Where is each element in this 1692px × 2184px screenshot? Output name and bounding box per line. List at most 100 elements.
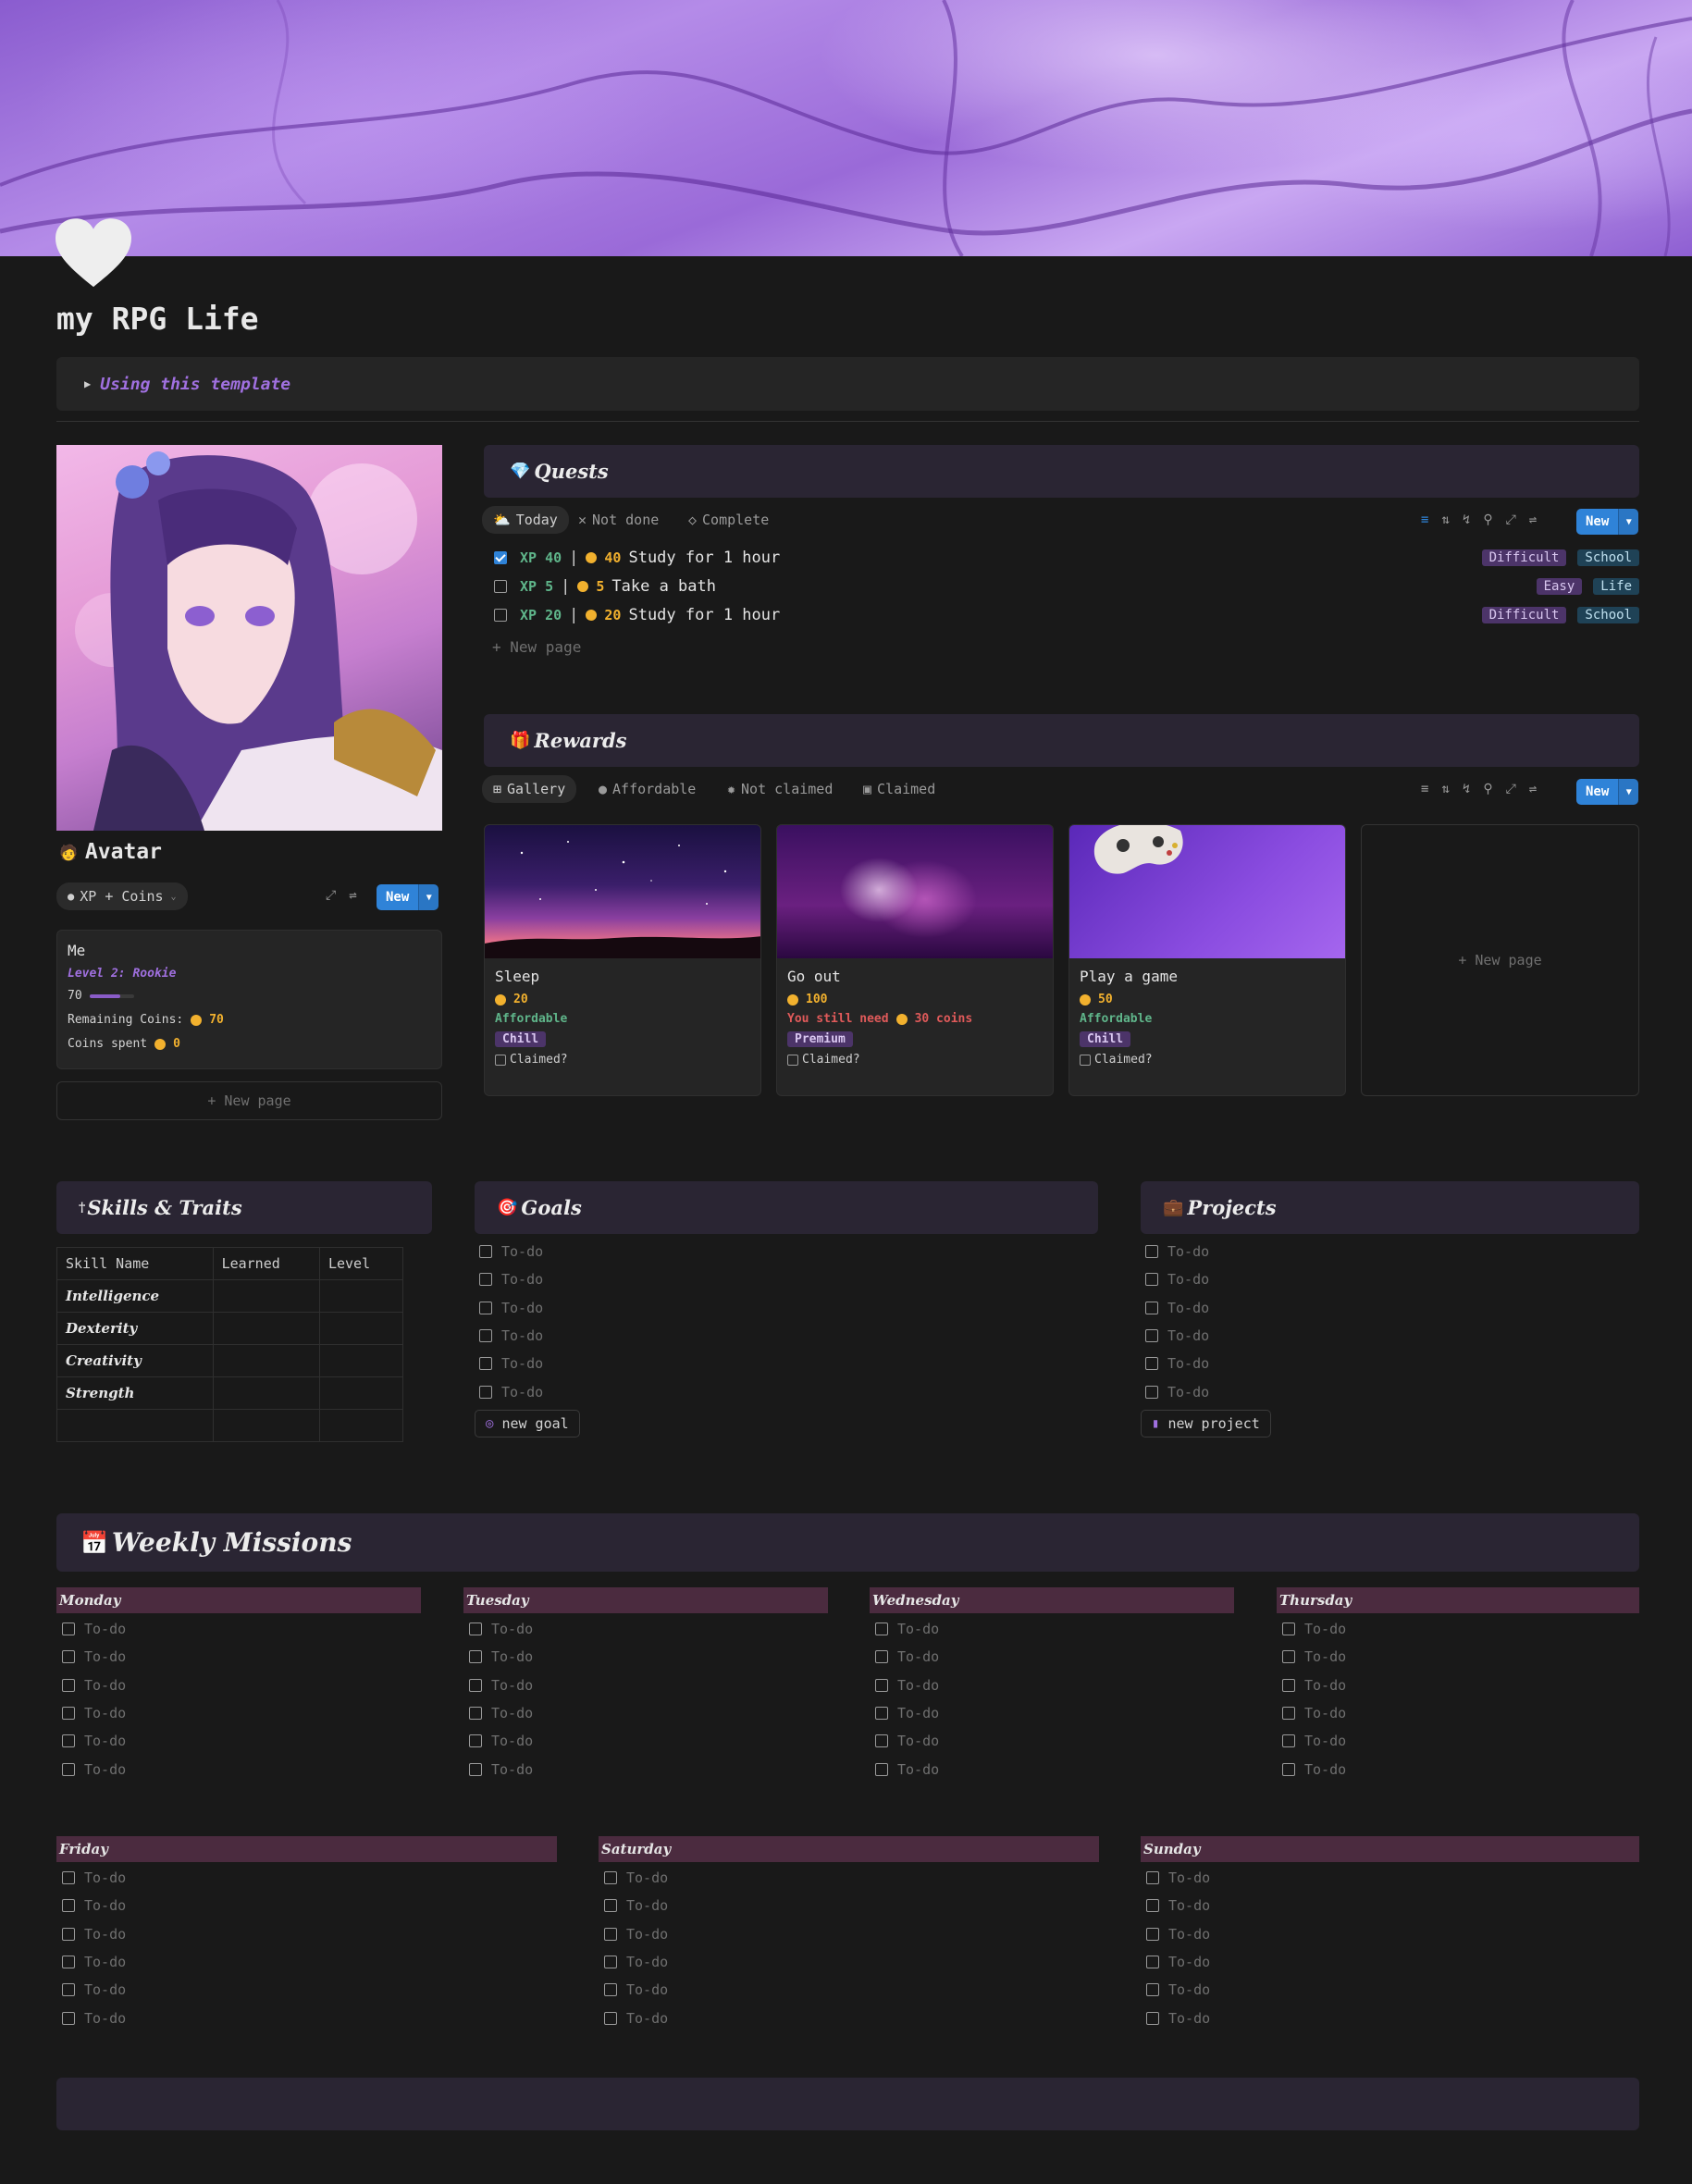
todo-item[interactable]: To-do [62,1730,126,1752]
todo-checkbox[interactable] [62,2011,75,2025]
todo-placeholder[interactable]: To-do [1168,1869,1210,1886]
todo-placeholder[interactable]: To-do [1168,1954,1210,1970]
column-header[interactable]: Learned [212,1247,320,1280]
claimed-checkbox[interactable] [1080,1054,1091,1066]
todo-item[interactable]: To-do [469,1674,533,1697]
todo-item[interactable]: To-do [1145,1297,1209,1319]
todo-checkbox[interactable] [469,1762,482,1776]
todo-checkbox[interactable] [479,1385,492,1399]
todo-placeholder[interactable]: To-do [1167,1384,1209,1400]
table-cell[interactable] [318,1376,404,1410]
todo-checkbox[interactable] [1282,1623,1295,1635]
todo-placeholder[interactable]: To-do [501,1300,543,1316]
settings-sliders-icon[interactable]: ⇌ [1529,512,1537,527]
todo-item[interactable]: To-do [604,1979,668,2001]
table-cell[interactable] [318,1312,404,1345]
quest-checkbox[interactable] [494,580,507,593]
todo-checkbox[interactable] [1145,1245,1158,1258]
todo-placeholder[interactable]: To-do [1167,1355,1209,1372]
todo-placeholder[interactable]: To-do [1304,1705,1346,1721]
reward-claimed[interactable]: Claimed? [495,1053,750,1067]
todo-item[interactable]: To-do [62,2007,126,2030]
reward-claimed[interactable]: Claimed? [787,1053,1043,1067]
todo-placeholder[interactable]: To-do [491,1677,533,1694]
avatar-view-chip[interactable]: ● XP + Coins ⌄ [56,882,188,910]
table-cell[interactable] [318,1344,404,1377]
todo-item[interactable]: To-do [469,1646,533,1668]
todo-checkbox[interactable] [1145,1328,1158,1342]
todo-item[interactable]: To-do [604,1894,668,1917]
todo-item[interactable]: To-do [479,1268,543,1290]
skill-name[interactable]: Intelligence [56,1279,214,1313]
todo-item[interactable]: To-do [479,1325,543,1347]
reward-card[interactable]: Sleep 20 Affordable Chill Claimed? [484,824,761,1096]
todo-checkbox[interactable] [1282,1706,1295,1720]
todo-item[interactable]: To-do [62,1674,126,1697]
todo-checkbox[interactable] [62,1623,75,1635]
claimed-checkbox[interactable] [787,1054,798,1066]
rewards-new-button[interactable]: New ▼ [1576,779,1639,805]
todo-checkbox[interactable] [604,1899,617,1913]
settings-sliders-icon[interactable]: ⇌ [349,888,356,903]
todo-item[interactable]: To-do [1146,1979,1210,2001]
todo-item[interactable]: To-do [1146,1867,1210,1889]
todo-checkbox[interactable] [479,1245,492,1258]
quests-new-page[interactable]: + New page [492,638,581,656]
todo-item[interactable]: To-do [875,1618,939,1640]
todo-item[interactable]: To-do [62,1618,126,1640]
todo-placeholder[interactable]: To-do [626,1926,668,1943]
search-icon[interactable]: ⚲ [1483,782,1492,796]
todo-checkbox[interactable] [62,1734,75,1748]
lightning-icon[interactable]: ↯ [1463,512,1470,527]
reward-card[interactable]: Play a game 50 Affordable Chill Claimed? [1068,824,1346,1096]
skill-name[interactable]: Dexterity [56,1312,214,1345]
quest-row[interactable]: XP 20 | 20 Study for 1 hour Difficult Sc… [494,601,1639,629]
tab-affordable[interactable]: ● Affordable [587,775,707,803]
todo-item[interactable]: To-do [875,1730,939,1752]
table-cell[interactable] [212,1312,320,1345]
skill-name[interactable]: Creativity [56,1344,214,1377]
skill-name[interactable]: Strength [56,1376,214,1410]
todo-placeholder[interactable]: To-do [1167,1327,1209,1344]
todo-placeholder[interactable]: To-do [501,1355,543,1372]
todo-checkbox[interactable] [875,1734,888,1748]
quest-name[interactable]: Study for 1 hour [628,549,780,567]
todo-item[interactable]: To-do [604,1923,668,1945]
todo-placeholder[interactable]: To-do [501,1327,543,1344]
heart-icon[interactable] [56,218,131,289]
todo-checkbox[interactable] [479,1357,492,1371]
todo-checkbox[interactable] [479,1301,492,1314]
todo-placeholder[interactable]: To-do [84,1761,126,1778]
todo-checkbox[interactable] [1282,1734,1295,1748]
todo-placeholder[interactable]: To-do [84,1897,126,1914]
todo-checkbox[interactable] [875,1650,888,1664]
todo-placeholder[interactable]: To-do [897,1705,939,1721]
sort-icon[interactable]: ⇅ [1441,512,1449,527]
quests-new-button[interactable]: New ▼ [1576,509,1639,535]
quest-name[interactable]: Take a bath [611,577,716,596]
todo-placeholder[interactable]: To-do [1168,1981,1210,1998]
todo-checkbox[interactable] [479,1273,492,1287]
todo-placeholder[interactable]: To-do [491,1621,533,1637]
todo-placeholder[interactable]: To-do [84,1705,126,1721]
todo-placeholder[interactable]: To-do [84,1733,126,1749]
table-cell[interactable] [212,1344,320,1377]
todo-placeholder[interactable]: To-do [1304,1761,1346,1778]
todo-placeholder[interactable]: To-do [1167,1300,1209,1316]
todo-placeholder[interactable]: To-do [84,1621,126,1637]
todo-item[interactable]: To-do [479,1297,543,1319]
todo-checkbox[interactable] [1146,1899,1159,1913]
todo-checkbox[interactable] [1145,1273,1158,1287]
todo-placeholder[interactable]: To-do [626,1954,668,1970]
todo-checkbox[interactable] [604,1983,617,1997]
settings-sliders-icon[interactable]: ⇌ [1529,782,1537,796]
todo-checkbox[interactable] [1145,1357,1158,1371]
todo-placeholder[interactable]: To-do [1168,1926,1210,1943]
todo-item[interactable]: To-do [62,1923,126,1945]
todo-checkbox[interactable] [62,1762,75,1776]
todo-item[interactable]: To-do [479,1240,543,1263]
column-header[interactable]: Skill Name [56,1247,214,1280]
todo-checkbox[interactable] [62,1899,75,1913]
todo-placeholder[interactable]: To-do [1304,1733,1346,1749]
todo-placeholder[interactable]: To-do [626,1897,668,1914]
